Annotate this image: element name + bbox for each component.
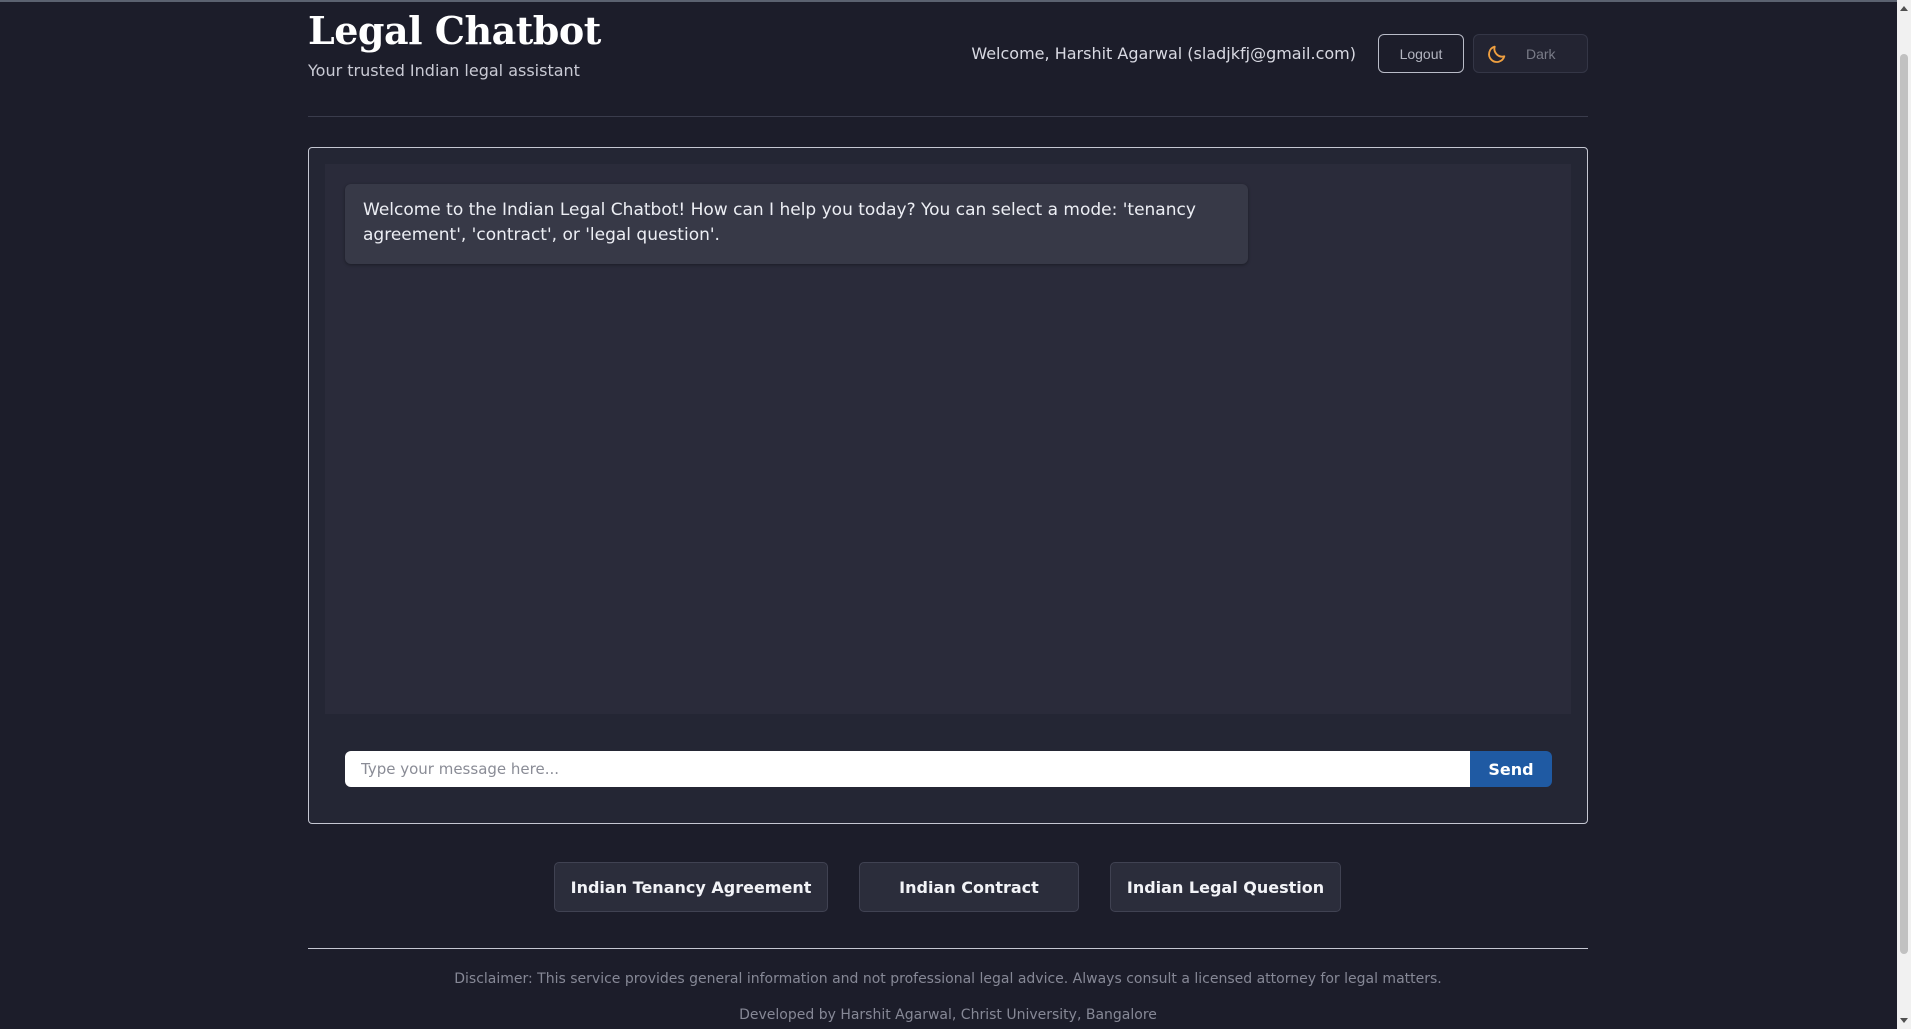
scroll-up-arrow-icon[interactable] [1900, 6, 1908, 11]
message-input[interactable] [345, 751, 1470, 787]
theme-toggle-button[interactable]: Dark [1473, 34, 1588, 73]
chat-card: Welcome to the Indian Legal Chatbot! How… [308, 147, 1588, 824]
app-container: Legal Chatbot Your trusted Indian legal … [308, 0, 1588, 1023]
mode-tenancy-agreement-button[interactable]: Indian Tenancy Agreement [554, 862, 828, 912]
scroll-down-arrow-icon[interactable] [1900, 1018, 1908, 1023]
footer: Disclaimer: This service provides genera… [308, 948, 1588, 1023]
credit-text: Developed by Harshit Agarwal, Christ Uni… [739, 1007, 1157, 1023]
message-input-row: Send [345, 751, 1552, 787]
send-button[interactable]: Send [1470, 751, 1552, 787]
logout-button[interactable]: Logout [1378, 34, 1464, 73]
header: Legal Chatbot Your trusted Indian legal … [308, 0, 1588, 117]
page-scrollbar[interactable] [1897, 0, 1911, 1029]
disclaimer-text: Disclaimer: This service provides genera… [454, 971, 1442, 987]
app-subtitle: Your trusted Indian legal assistant [308, 61, 580, 80]
moon-icon [1488, 45, 1506, 63]
app-title: Legal Chatbot [308, 8, 601, 53]
scrollbar-thumb[interactable] [1900, 54, 1908, 954]
mode-selector: Indian Tenancy Agreement Indian Contract… [308, 862, 1588, 912]
message-list[interactable]: Welcome to the Indian Legal Chatbot! How… [325, 164, 1571, 714]
bot-message: Welcome to the Indian Legal Chatbot! How… [345, 184, 1248, 264]
welcome-text: Welcome, Harshit Agarwal (sladjkfj@gmail… [971, 44, 1356, 63]
mode-contract-button[interactable]: Indian Contract [859, 862, 1079, 912]
mode-legal-question-button[interactable]: Indian Legal Question [1110, 862, 1341, 912]
theme-toggle-label: Dark [1526, 45, 1556, 62]
